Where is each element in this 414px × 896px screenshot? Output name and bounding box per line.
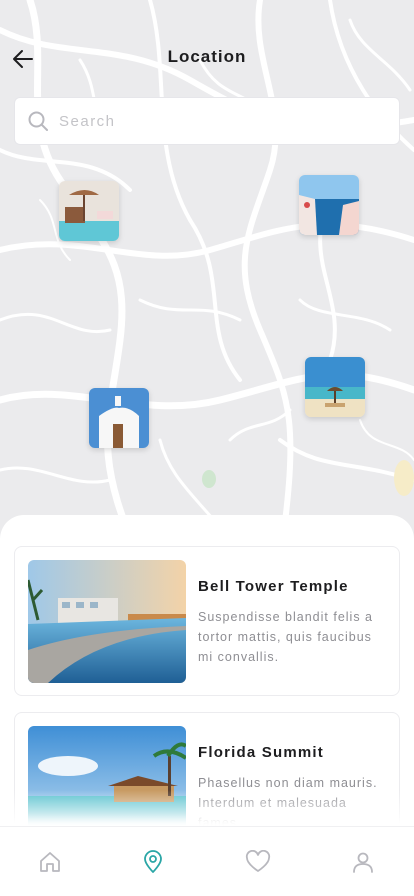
map-pin-santorini-cliff[interactable] bbox=[299, 175, 359, 235]
user-icon bbox=[353, 852, 373, 873]
search-icon bbox=[28, 111, 48, 131]
place-name: Bell Tower Temple bbox=[198, 578, 349, 595]
place-card[interactable]: Bell Tower Temple Suspendisse blandit fe… bbox=[14, 546, 400, 696]
white-chapel-thumbnail bbox=[89, 388, 149, 448]
search-input[interactable] bbox=[59, 112, 379, 130]
map-pin-beach-umbrellas[interactable] bbox=[305, 357, 365, 417]
place-image bbox=[28, 560, 186, 683]
tab-profile[interactable] bbox=[350, 849, 376, 875]
map-pin-white-chapel[interactable] bbox=[89, 388, 149, 448]
tab-home[interactable] bbox=[37, 849, 63, 875]
app-header: Location bbox=[0, 36, 414, 80]
page-title: Location bbox=[167, 47, 247, 66]
beach-umbrellas-thumbnail bbox=[305, 357, 365, 417]
bottom-tab-bar bbox=[0, 826, 414, 896]
santorini-cliff-thumbnail bbox=[299, 175, 359, 235]
infinity-pool-image bbox=[28, 560, 186, 683]
tab-location[interactable] bbox=[140, 849, 166, 875]
search-bar[interactable] bbox=[14, 97, 400, 145]
place-name: Florida Summit bbox=[198, 744, 324, 761]
map-view[interactable] bbox=[0, 0, 414, 560]
place-description: Suspendisse blandit felis a tortor matti… bbox=[198, 610, 374, 664]
home-icon bbox=[40, 852, 60, 872]
location-pin-icon bbox=[144, 850, 162, 873]
heart-icon bbox=[245, 850, 271, 872]
resort-pool-thumbnail bbox=[59, 181, 119, 241]
place-description: Phasellus non diam mauris. Interdum et m… bbox=[198, 776, 378, 830]
tab-favorites[interactable] bbox=[245, 849, 271, 875]
map-roads bbox=[0, 0, 414, 560]
map-pin-resort-pool[interactable] bbox=[59, 181, 119, 241]
